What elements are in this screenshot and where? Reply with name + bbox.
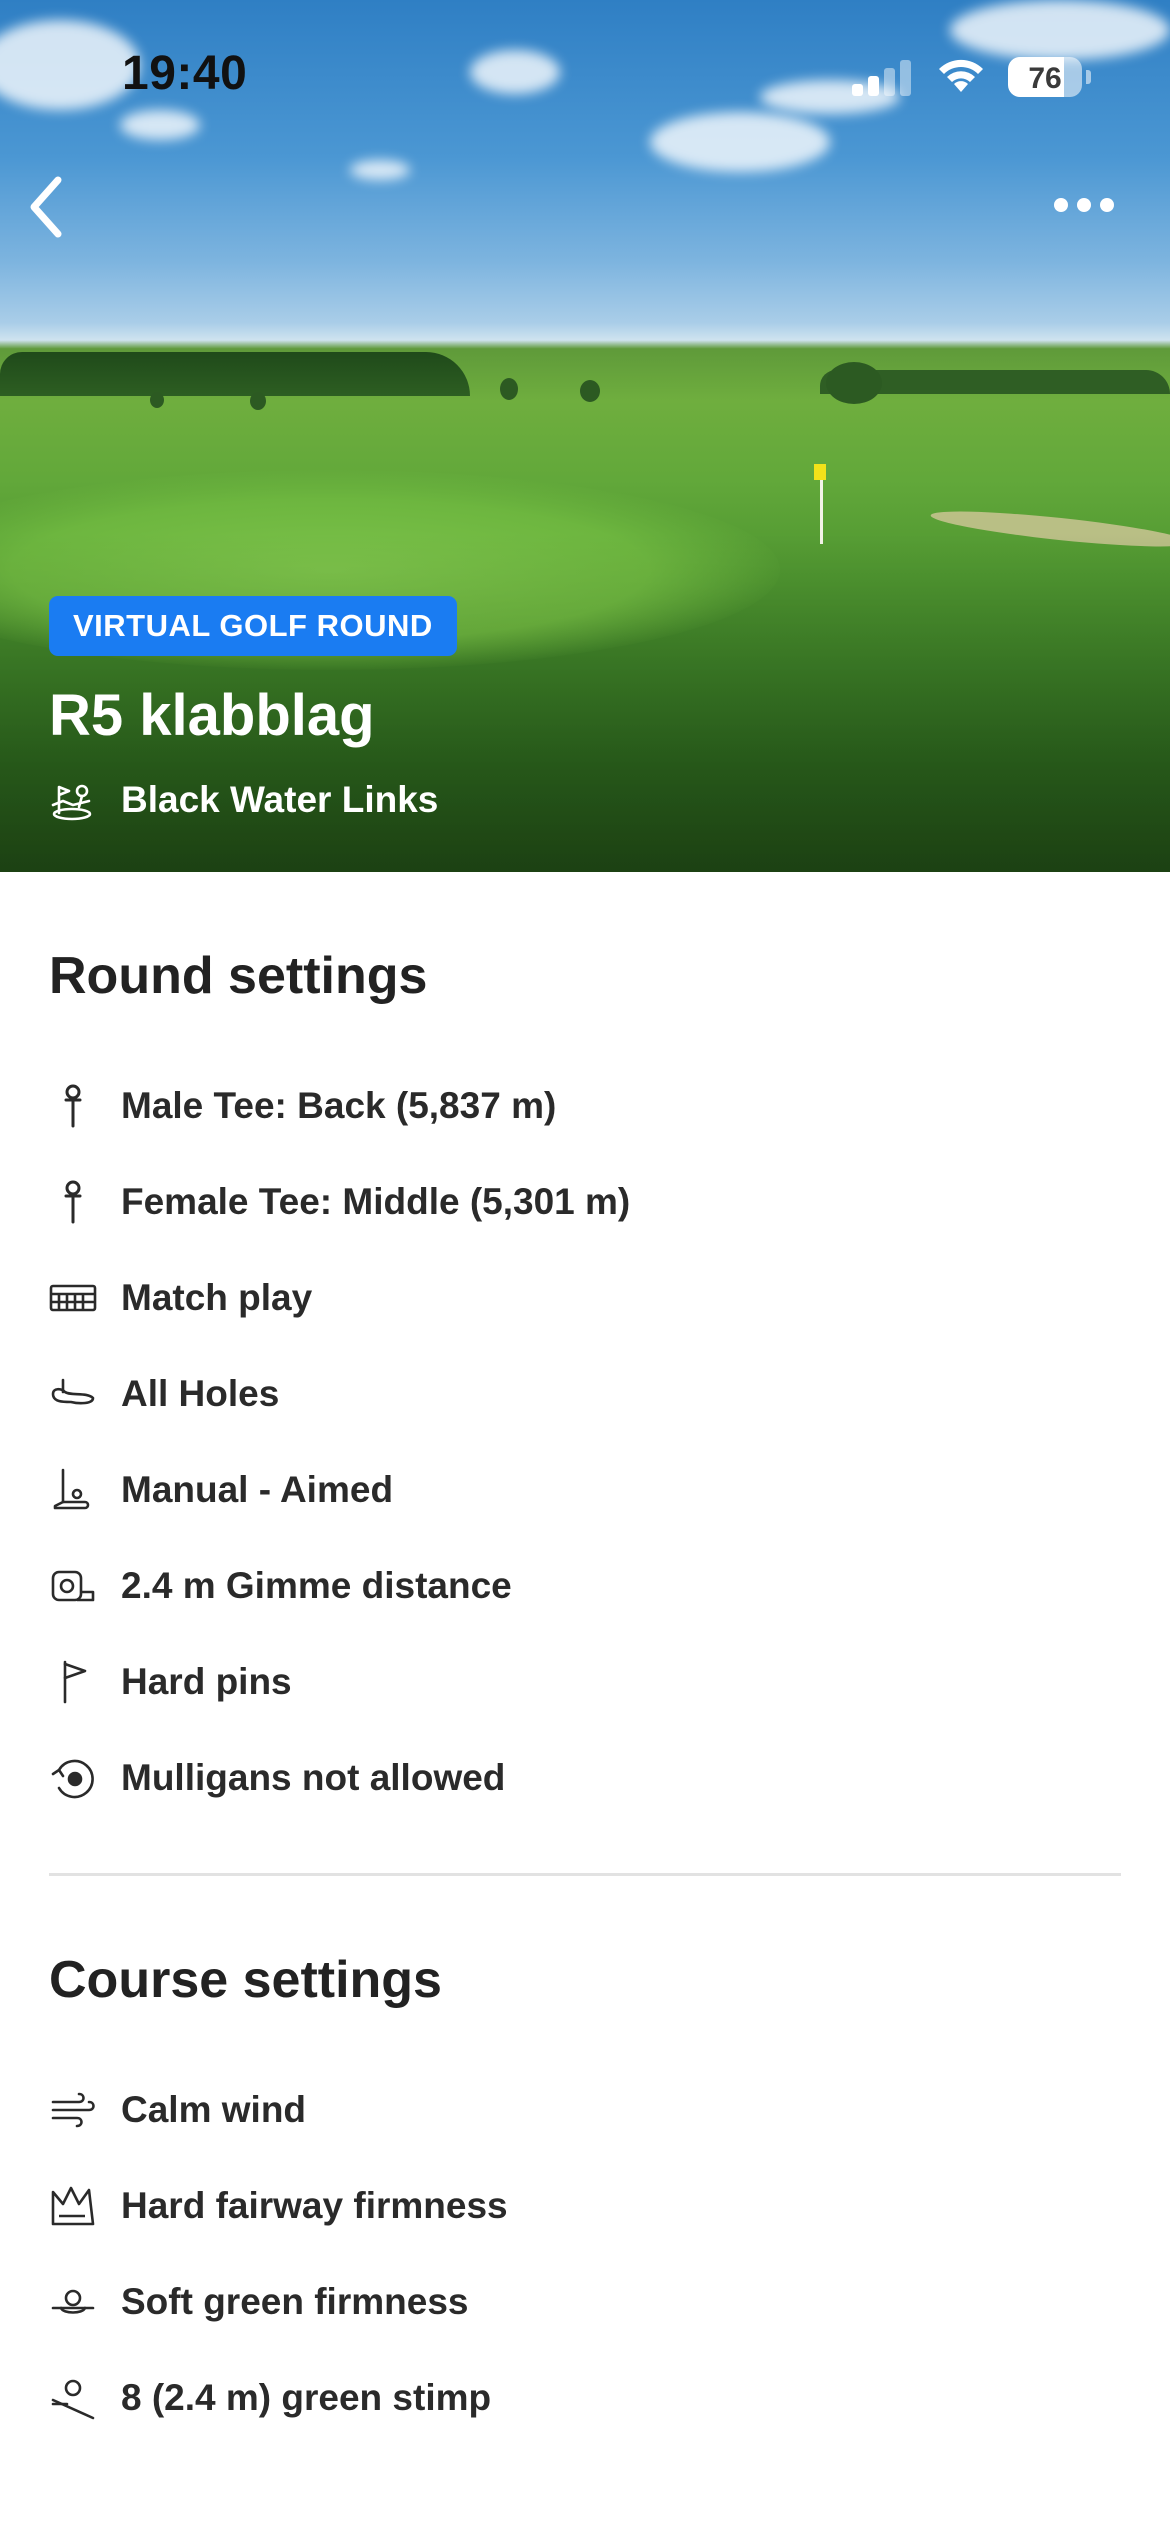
mulligan-icon <box>51 1759 94 1799</box>
signal-bar <box>900 60 911 96</box>
setting-holes: All Holes <box>49 1364 1119 1424</box>
battery-percent: 76 <box>1028 62 1062 95</box>
tee-icon <box>64 1084 82 1128</box>
setting-label: 8 (2.4 m) green stimp <box>121 2377 492 2418</box>
more-horizontal-icon <box>1054 198 1068 212</box>
setting-fairway-firmness: Hard fairway firmness <box>49 2176 1119 2236</box>
setting-putting: Manual - Aimed <box>49 1460 1119 1520</box>
setting-label: Soft green firmness <box>121 2281 469 2322</box>
more-dot <box>1077 198 1091 212</box>
scorecard-icon <box>49 1284 97 1312</box>
setting-gimme: 2.4 m Gimme distance <box>49 1556 1119 1616</box>
chevron-left-icon <box>30 176 62 238</box>
signal-bar <box>868 76 879 96</box>
signal-bar <box>884 68 895 96</box>
setting-mulligans: Mulligans not allowed <box>49 1748 1119 1808</box>
setting-label: Mulligans not allowed <box>121 1757 506 1798</box>
setting-label: Male Tee: Back (5,837 m) <box>121 1085 557 1126</box>
signal-bar <box>852 84 863 96</box>
green-stimp-icon <box>51 2379 95 2420</box>
cellular-signal-icon <box>852 58 914 96</box>
wind-icon <box>51 2092 95 2128</box>
setting-wind: Calm wind <box>49 2080 1119 2140</box>
setting-green-firmness: Soft green firmness <box>49 2272 1119 2332</box>
setting-pins: Hard pins <box>49 1652 1119 1712</box>
course-name: Black Water Links <box>121 779 439 820</box>
status-time: 19:40 <box>122 47 248 100</box>
setting-label: Calm wind <box>121 2089 307 2130</box>
setting-label: Manual - Aimed <box>121 1469 394 1510</box>
round-settings-title: Round settings <box>49 947 428 1005</box>
pin-flag <box>814 464 826 480</box>
battery-tip <box>1086 70 1091 84</box>
putter-icon <box>53 1468 90 1510</box>
setting-label: Match play <box>121 1277 313 1318</box>
setting-label: Hard fairway firmness <box>121 2185 508 2226</box>
setting-label: Female Tee: Middle (5,301 m) <box>121 1181 631 1222</box>
flag-icon <box>63 1660 87 1704</box>
setting-male-tee: Male Tee: Back (5,837 m) <box>49 1076 1119 1136</box>
golf-course-icon <box>51 784 92 821</box>
tee-icon <box>64 1180 82 1224</box>
more-dot <box>1100 198 1114 212</box>
fairway-firmness-icon <box>51 2186 95 2226</box>
holes-icon <box>51 1378 95 1405</box>
course-info: Black Water Links <box>49 772 438 828</box>
back-button[interactable] <box>18 172 78 242</box>
section-divider <box>49 1873 1121 1876</box>
setting-game-mode: Match play <box>49 1268 1119 1328</box>
more-options-button[interactable] <box>1046 190 1122 220</box>
wifi-icon <box>939 59 983 92</box>
setting-label: All Holes <box>121 1373 280 1414</box>
setting-label: 2.4 m Gimme distance <box>121 1565 512 1606</box>
round-title: R5 klabblag <box>49 683 375 748</box>
setting-label: Hard pins <box>121 1661 292 1702</box>
battery-icon: 76 <box>1008 57 1082 97</box>
green-firmness-icon <box>51 2289 95 2314</box>
round-type-badge: VIRTUAL GOLF ROUND <box>49 596 457 656</box>
measure-tape-icon <box>51 1570 95 1602</box>
setting-female-tee: Female Tee: Middle (5,301 m) <box>49 1172 1119 1232</box>
setting-green-stimp: 8 (2.4 m) green stimp <box>49 2368 1119 2428</box>
course-settings-title: Course settings <box>49 1951 442 2009</box>
